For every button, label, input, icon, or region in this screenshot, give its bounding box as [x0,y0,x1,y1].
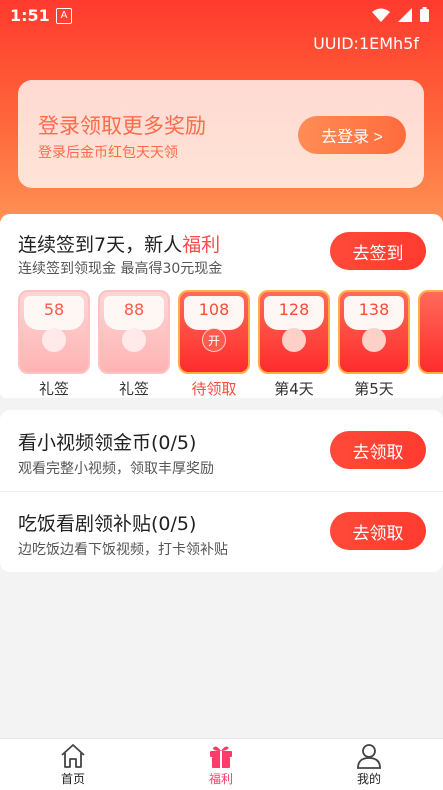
day-reward-5[interactable]: 138 第5天 [338,290,410,398]
task-subtitle: 观看完整小视频，领取丰厚奖励 [18,461,214,477]
signin-button[interactable]: 去签到 [330,232,426,270]
tab-mine[interactable]: 我的 [314,739,424,790]
day-label: 第4天 [274,380,314,398]
wifi-icon [372,8,390,22]
bottom-tab-bar: 首页 福利 我的 [0,738,443,790]
open-seal-button[interactable]: 开 [202,328,226,352]
login-card: 登录领取更多奖励 登录后金币红包天天领 去登录 > [18,80,424,188]
day-amount: 88 [123,300,145,319]
envelope-seal [42,328,66,352]
day-label: 待领取 [191,380,237,398]
tab-label: 我的 [356,772,381,786]
gift-icon [210,746,232,768]
login-card-title: 登录领取更多奖励 [38,114,206,138]
tab-home[interactable]: 首页 [18,739,128,790]
user-icon [357,744,381,769]
login-card-subtitle: 登录后金币红包天天领 [38,145,178,161]
signal-icon [398,7,412,22]
home-icon [61,744,85,768]
day-reward-4[interactable]: 128 第4天 [258,290,330,398]
uuid-label: UUID:1EMh5f [313,34,419,53]
status-bar: 1:51 A [0,0,443,30]
day-label: 礼签 [118,380,149,398]
day-reward-3[interactable]: 108 开 待领取 [178,290,250,398]
day-amount: 108 [198,300,230,319]
task-card: 看小视频领金币(0/5) 观看完整小视频，领取丰厚奖励 去领取 吃饭看剧领补贴(… [0,410,443,572]
tab-label: 福利 [208,772,233,786]
day-reward-2[interactable]: 88 礼签 [98,290,170,398]
signin-title-highlight: 福利 [182,234,221,256]
status-time: 1:51 [10,6,50,25]
envelope-seal [282,328,306,352]
task-row-video: 看小视频领金币(0/5) 观看完整小视频，领取丰厚奖励 去领取 [0,410,443,492]
envelope-seal [122,328,146,352]
task-title: 吃饭看剧领补贴(0/5) [18,513,197,535]
red-envelope-icon [418,290,443,374]
tab-welfare[interactable]: 福利 [166,739,276,790]
day-label: 第5天 [354,380,394,398]
day-reward-1[interactable]: 58 礼签 [18,290,90,398]
day-amount: 58 [43,300,65,319]
battery-icon [420,7,429,22]
status-icons [372,7,429,22]
signin-card: 连续签到7天，新人福利 连续签到领现金 最高得30元现金 去签到 58 礼签 8… [0,214,443,398]
day-amount: 138 [358,300,390,319]
task-subtitle: 边吃饭边看下饭视频，打卡领补贴 [18,542,228,558]
day-label: 礼签 [38,380,69,398]
notification-badge-icon: A [56,8,72,24]
signin-subtitle: 连续签到领现金 最高得30元现金 [18,261,223,277]
signin-title: 连续签到7天，新人福利 [18,230,220,257]
envelope-seal [362,328,386,352]
signin-days: 58 礼签 88 礼签 108 开 待领取 128 第4天 138 第5天 [18,290,443,398]
claim-meal-button[interactable]: 去领取 [330,512,426,550]
day-amount: 128 [278,300,310,319]
login-button[interactable]: 去登录 > [298,116,406,154]
task-row-meal: 吃饭看剧领补贴(0/5) 边吃饭边看下饭视频，打卡领补贴 去领取 [0,491,443,572]
signin-title-prefix: 连续签到7天，新人 [18,234,183,256]
task-title: 看小视频领金币(0/5) [18,432,197,454]
day-reward-6-partial[interactable] [418,290,443,374]
claim-video-button[interactable]: 去领取 [330,431,426,469]
tab-label: 首页 [60,772,85,786]
